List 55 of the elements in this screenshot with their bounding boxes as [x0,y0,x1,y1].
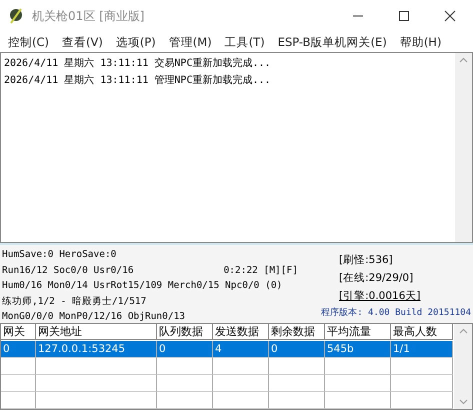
table-cell: 4 [213,341,269,358]
table-cell: 0 [1,341,36,358]
uptime-text: 0:2:22 [M][F] [224,264,298,278]
menu-item[interactable]: ESP-B版单机网关(E) [274,34,391,50]
empty-cell [1,358,36,375]
column-header[interactable]: 剩余数据 [269,324,325,340]
column-header[interactable]: 网关地址 [36,324,157,340]
column-header[interactable]: 平均流量 [325,324,391,340]
empty-cell [1,392,36,409]
menu-item[interactable]: 管理(M) [164,34,216,50]
status-counter: [引擎:0.0016天] [339,289,420,304]
empty-cell [391,392,453,409]
status-text: Run16/12 Soc0/0 Usr0/16 [2,264,134,278]
empty-cell [157,358,213,375]
maximize-icon[interactable] [398,10,410,22]
empty-cell [391,358,453,375]
status-text: HumSave:0 HeroSave:0 [2,248,116,262]
menu-item[interactable]: 控制(C) [4,34,54,50]
menu-item[interactable]: 查看(V) [58,34,107,50]
log-line: 2026/4/11 星期六 13:11:11 管理NPC重新加载完成... [4,74,272,88]
version-text: 程序版本: 4.00 Build 20151104 [321,306,471,319]
empty-cell [213,392,269,409]
status-counter: [在线:29/29/0] [339,271,414,286]
menu-item[interactable]: 帮助(H) [396,34,446,50]
empty-cell [1,375,36,392]
status-text: 练功师,1/2 - 暗殿勇士/1/517 [2,294,146,308]
window-title: 机关枪01区 [商业版] [32,8,146,24]
column-header[interactable]: 最高人数 [391,324,453,340]
column-header[interactable]: 网关 [1,324,36,340]
empty-cell [325,358,391,375]
table-cell: 1/1 [391,341,453,358]
empty-cell [157,375,213,392]
empty-cell [325,392,391,409]
empty-cell [269,358,325,375]
status-text: MonG0/0/0 MonP0/12/16 ObjRun0/13 [2,310,186,324]
table-cell: 0 [269,341,325,358]
empty-cell [157,392,213,409]
close-icon[interactable] [444,10,456,22]
empty-cell [269,392,325,409]
menu-item[interactable]: 工具(T) [220,34,269,50]
menu-item[interactable]: 选项(P) [112,34,160,50]
log-line: 2026/4/11 星期六 13:11:11 交易NPC重新加载完成... [4,56,272,71]
empty-cell [213,375,269,392]
status-counter: [刷怪:536] [339,253,393,268]
empty-cell [391,375,453,392]
table-cell: 127.0.0.1:53245 [36,341,157,358]
table-cell: 0 [157,341,213,358]
status-text: Hum0/16 Mon0/14 UsrRot15/109 Merch0/15 Npc0/0 (0) [2,279,282,293]
column-header[interactable]: 发送数据 [213,324,269,340]
empty-cell [213,358,269,375]
empty-cell [269,375,325,392]
empty-cell [325,375,391,392]
table-cell: 545b [325,341,391,358]
app-icon [8,7,24,25]
column-header[interactable]: 队列数据 [157,324,213,340]
